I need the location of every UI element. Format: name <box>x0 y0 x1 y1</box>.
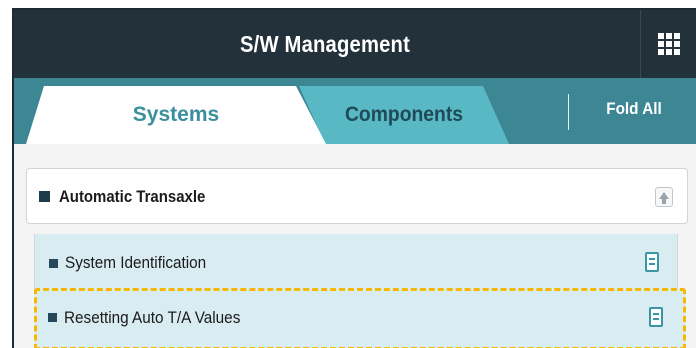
list-item-system-identification[interactable]: System Identification <box>34 234 678 292</box>
document-icon[interactable] <box>649 307 663 327</box>
bullet-icon <box>49 259 58 268</box>
tab-systems-label: Systems <box>132 103 220 126</box>
system-list: Automatic Transaxle System Identificatio… <box>14 144 696 348</box>
menu-button[interactable] <box>640 10 696 78</box>
section-bullet-icon <box>39 191 50 202</box>
document-icon[interactable] <box>645 252 659 272</box>
app-window: S/W Management Components Systems Fold A… <box>12 8 696 348</box>
tab-systems[interactable]: Systems <box>26 86 326 144</box>
list-item-label: Resetting Auto T/A Values <box>64 308 241 327</box>
collapse-button[interactable] <box>655 187 673 207</box>
fold-all-button[interactable]: Fold All <box>576 78 691 144</box>
page-title: S/W Management <box>239 31 411 57</box>
tab-components[interactable]: Components <box>299 86 509 144</box>
tab-bar: Components Systems Fold All <box>14 78 696 144</box>
bullet-icon <box>48 313 57 322</box>
grid-menu-icon <box>657 33 680 55</box>
tab-divider <box>568 94 569 130</box>
section-title: Automatic Transaxle <box>59 187 206 206</box>
tab-components-label: Components <box>344 103 464 126</box>
list-item-label: System Identification <box>65 253 207 272</box>
section-header-automatic-transaxle[interactable]: Automatic Transaxle <box>26 168 688 224</box>
list-item-resetting-auto-ta-values[interactable]: Resetting Auto T/A Values <box>34 288 686 348</box>
title-bar: S/W Management <box>14 10 696 78</box>
collapse-up-icon <box>659 191 669 204</box>
